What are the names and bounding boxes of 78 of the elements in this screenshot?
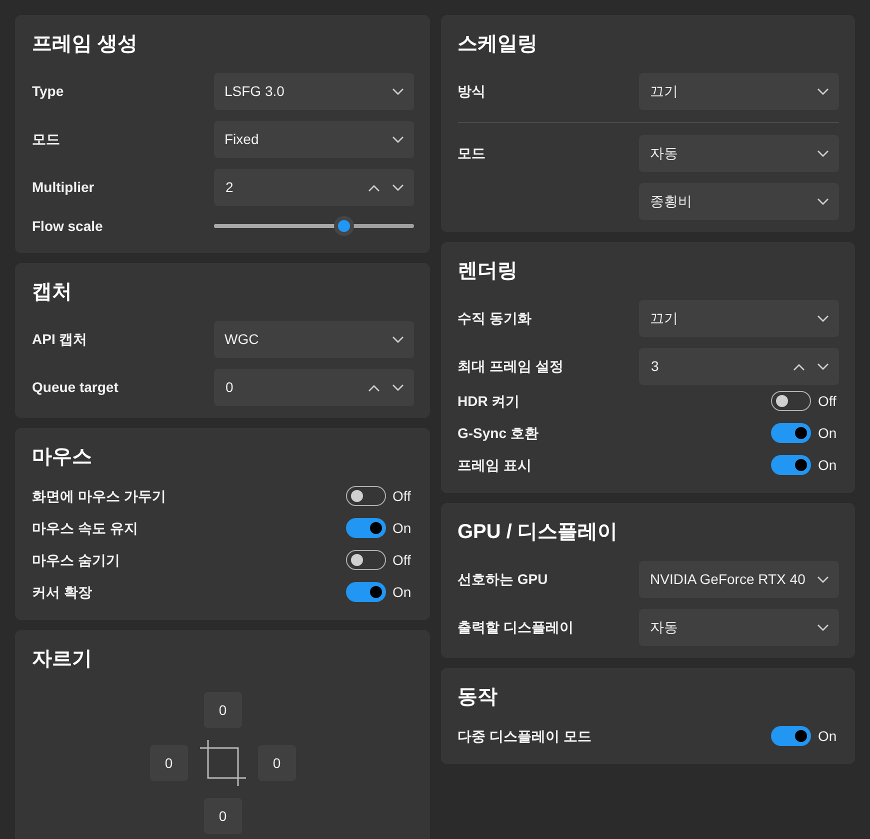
chevron-down-icon (817, 198, 829, 206)
toggle-state-label: On (818, 456, 837, 474)
setting-label: 모드 (458, 144, 486, 163)
chevron-up-icon (793, 362, 805, 370)
chevron-down-icon (392, 184, 404, 192)
setting-label: 모드 (32, 130, 60, 149)
crop-value-field[interactable]: 0 (204, 692, 242, 728)
dropdown[interactable]: 끄기 (639, 300, 839, 337)
toggle-state-label: On (392, 518, 412, 538)
setting-label: 마우스 숨기기 (32, 550, 120, 570)
number-field[interactable]: 3 (639, 348, 839, 385)
chevron-down-icon (817, 88, 829, 96)
chevron-up-icon (368, 184, 380, 192)
chevron-down-icon (392, 136, 404, 144)
section-title: 동작 (458, 685, 498, 710)
dropdown[interactable]: NVIDIA GeForce RTX 40 (639, 561, 839, 598)
chevron-down-icon (817, 576, 829, 584)
crop-value-field[interactable]: 0 (258, 745, 296, 781)
number-field[interactable]: 2 (214, 169, 414, 206)
chevron-down-icon (817, 362, 829, 370)
toggle-state-label: Off (392, 486, 411, 506)
setting-label: 방식 (458, 82, 486, 101)
toggle-state-label: Off (392, 550, 411, 570)
slider[interactable] (214, 216, 414, 236)
setting-label: Flow scale (32, 216, 103, 236)
setting-label: Queue target (32, 378, 118, 397)
chevron-down-icon (817, 314, 829, 322)
dropdown[interactable]: 자동 (639, 135, 839, 172)
chevron-down-icon (817, 150, 829, 158)
crop-icon (198, 738, 248, 788)
setting-label: Multiplier (32, 178, 94, 197)
setting-label: 최대 프레임 설정 (458, 357, 564, 376)
chevron-up-icon (368, 384, 380, 392)
slider-thumb[interactable] (334, 216, 354, 236)
toggle-switch[interactable] (346, 518, 386, 538)
dropdown[interactable]: WGC (214, 321, 414, 358)
toggle-switch[interactable] (771, 455, 811, 475)
chevron-down-icon (392, 336, 404, 344)
setting-label: HDR 켜기 (458, 392, 520, 410)
setting-label: 출력할 디스플레이 (458, 618, 574, 637)
dropdown[interactable]: LSFG 3.0 (214, 73, 414, 110)
dropdown[interactable]: 끄기 (639, 73, 839, 110)
toggle-state-label: Off (818, 392, 836, 410)
section-title: GPU / 디스플레이 (458, 520, 619, 545)
chevron-down-icon (392, 88, 404, 96)
chevron-down-icon (392, 384, 404, 392)
section-title: 마우스 (32, 445, 93, 470)
setting-label: API 캡처 (32, 330, 88, 349)
toggle-switch[interactable] (346, 486, 386, 506)
setting-label: 수직 동기화 (458, 309, 532, 328)
dropdown[interactable]: Fixed (214, 121, 414, 158)
section-title: 프레임 생성 (32, 32, 139, 57)
number-field[interactable]: 0 (214, 369, 414, 406)
setting-label: G-Sync 호환 (458, 424, 538, 443)
toggle-switch[interactable] (771, 726, 811, 746)
section-title: 자르기 (32, 647, 93, 672)
section-title: 스케일링 (458, 32, 538, 57)
toggle-state-label: On (392, 582, 412, 602)
toggle-switch[interactable] (346, 582, 386, 602)
dropdown[interactable]: 종횡비 (639, 183, 839, 220)
crop-value-field[interactable]: 0 (204, 798, 242, 834)
section-title: 렌더링 (458, 259, 518, 284)
chevron-down-icon (817, 624, 829, 632)
toggle-switch[interactable] (771, 423, 811, 443)
setting-label: 커서 확장 (32, 582, 92, 602)
section-title: 캡처 (32, 280, 73, 305)
toggle-state-label: On (818, 424, 837, 442)
toggle-switch[interactable] (346, 550, 386, 570)
setting-label: 마우스 속도 유지 (32, 518, 138, 538)
toggle-switch[interactable] (771, 391, 811, 411)
setting-label: Type (32, 82, 64, 101)
toggle-state-label: On (818, 726, 837, 746)
setting-label: 프레임 표시 (458, 456, 532, 474)
crop-value-field[interactable]: 0 (150, 745, 188, 781)
setting-label: 선호하는 GPU (458, 570, 548, 589)
dropdown[interactable]: 자동 (639, 609, 839, 646)
setting-label: 다중 디스플레이 모드 (458, 726, 592, 746)
setting-label: 화면에 마우스 가두기 (32, 486, 166, 506)
